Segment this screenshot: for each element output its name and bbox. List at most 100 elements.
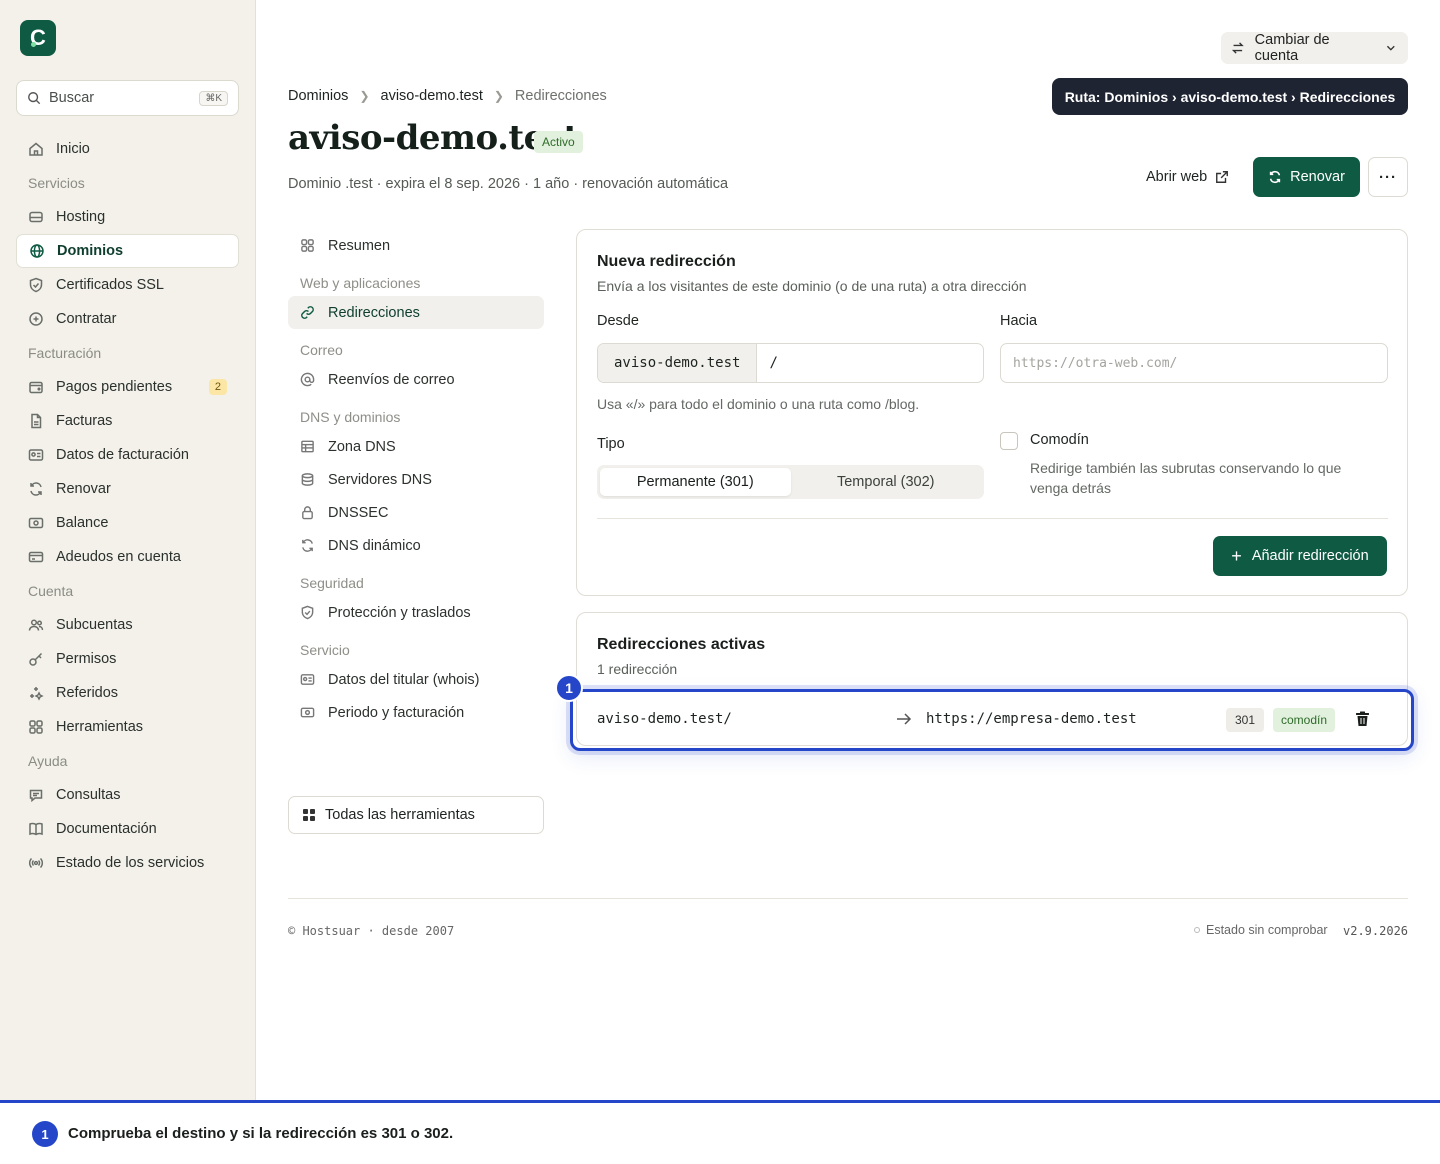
trash-icon[interactable] [1355,711,1370,727]
type-option-temporary[interactable]: Temporal (302) [791,468,982,496]
sidebar-item-label: Dominios [57,243,124,259]
redirect-source: aviso-demo.test/ [597,711,732,727]
sidebar-section-ayuda: Ayuda [28,753,68,769]
sidebar-item-certificados-ssl[interactable]: Certificados SSL [16,268,239,302]
redirect-type-toggle: Permanente (301) Temporal (302) [597,465,984,499]
breadcrumb: Dominios ❯ aviso-demo.test ❯ Redireccion… [288,88,607,104]
shield-icon [29,277,43,293]
subnav-item-periodo-y-facturacion[interactable]: Periodo y facturación [288,696,544,729]
sidebar-item-facturas[interactable]: Facturas [16,404,239,438]
footer-copyright: © Hostsuar · desde 2007 [288,924,455,938]
breadcrumb-item[interactable]: Dominios [288,88,348,104]
id-card-icon [300,674,315,685]
sidebar-nav: Inicio Servicios Hosting Dominios Certificad… [16,132,239,880]
subnav-section-seguridad: Seguridad [300,575,364,591]
subnav-item-label: Reenvíos de correo [328,371,455,388]
credit-card-icon [28,551,44,563]
sidebar-item-permisos[interactable]: Permisos [16,642,239,676]
at-icon [300,372,315,387]
subnav-item-reenvios-de-correo[interactable]: Reenvíos de correo [288,363,544,396]
to-label: Hacia [1000,313,1038,329]
version-label: v2.9.2026 [1343,924,1409,938]
sidebar-item-documentacion[interactable]: Documentación [16,812,239,846]
status-badge: Activo [534,131,583,153]
open-web-link[interactable]: Abrir web [1146,166,1229,188]
more-icon: ··· [1379,168,1397,186]
sidebar-item-subcuentas[interactable]: Subcuentas [16,608,239,642]
sidebar-item-label: Pagos pendientes [56,379,173,395]
annotation-number: 1 [32,1121,58,1147]
sidebar-item-inicio[interactable]: Inicio [16,132,239,166]
sidebar-item-dominios[interactable]: Dominios [16,234,239,268]
sidebar-item-balance[interactable]: Balance [16,506,239,540]
subnav-section-correo: Correo [300,342,343,358]
sidebar-item-label: Documentación [56,821,157,837]
to-url-input[interactable]: https://otra-web.com/ [1000,343,1388,383]
sidebar-item-label: Referidos [56,685,119,701]
sidebar-item-label: Facturas [56,413,113,429]
wallet-icon [29,381,43,394]
subnav-item-dns-dinamico[interactable]: DNS dinámico [288,529,544,562]
type-option-permanent[interactable]: Permanente (301) [600,468,791,496]
sidebar-item-label: Certificados SSL [56,277,164,293]
wildcard-label[interactable]: Comodín [1030,432,1089,448]
all-tools-button[interactable]: Todas las herramientas [288,796,544,834]
divider [597,518,1388,519]
sidebar-item-label: Permisos [56,651,117,667]
subnav-item-label: Periodo y facturación [328,704,465,721]
from-path-input[interactable]: / [757,344,983,382]
subnav-item-resumen[interactable]: Resumen [288,229,544,262]
sidebar-item-consultas[interactable]: Consultas [16,778,239,812]
sidebar-item-renovar[interactable]: Renovar [16,472,239,506]
route-tooltip: Ruta: Dominios › aviso-demo.test › Redir… [1052,78,1408,115]
sidebar-item-contratar[interactable]: Contratar [16,302,239,336]
open-web-label: Abrir web [1146,169,1208,185]
sidebar-item-hosting[interactable]: Hosting [16,200,239,234]
domain-tools-nav: Resumen Web y aplicaciones Redirecciones Co… [288,229,544,729]
more-options-button[interactable]: ··· [1368,157,1408,197]
add-redirect-button[interactable]: + Añadir redirección [1213,536,1387,576]
sidebar-item-label: Herramientas [56,719,144,735]
breadcrumb-item[interactable]: aviso-demo.test [381,88,483,104]
sidebar-item-datos-de-facturacion[interactable]: Datos de facturación [16,438,239,472]
chevron-right-icon: ❯ [493,89,504,103]
refresh-icon [302,539,313,552]
subnav-section-dns-y-dominios: DNS y dominios [300,409,401,425]
swap-icon [1231,42,1244,54]
grid-icon [29,720,43,734]
brand-logo[interactable]: C [20,20,56,56]
add-redirect-label: Añadir redirección [1251,548,1369,564]
account-switcher-button[interactable]: Cambiar de cuenta [1221,32,1408,64]
footer-divider [288,898,1408,899]
subnav-item-servidores-dns[interactable]: Servidores DNS [288,463,544,496]
search-input[interactable]: Buscar ⌘K [16,80,239,116]
book-icon [29,822,43,836]
sidebar-item-estado-de-los-servicios[interactable]: Estado de los servicios [16,846,239,880]
service-status[interactable]: Estado sin comprobar [1194,923,1328,937]
sidebar-item-herramientas[interactable]: Herramientas [16,710,239,744]
wildcard-checkbox[interactable] [1000,432,1018,450]
sidebar-item-label: Inicio [56,141,90,157]
status-dot-icon [1194,927,1200,933]
subnav-section-web-y-aplicaciones: Web y aplicaciones [300,275,421,291]
banknote-icon [300,707,315,718]
subnav-item-datos-del-titular-whois[interactable]: Datos del titular (whois) [288,663,544,696]
renew-button[interactable]: Renovar [1253,157,1360,197]
sidebar: C Buscar ⌘K Inicio Servicios Hosting Domini… [0,0,256,1100]
sidebar-item-referidos[interactable]: Referidos [16,676,239,710]
subnav-item-dnssec[interactable]: DNSSEC [288,496,544,529]
pending-count-badge: 2 [208,379,227,395]
subnav-item-label: DNSSEC [328,504,389,521]
breadcrumb-current: Redirecciones [514,88,607,104]
card-title: Redirecciones activas [597,636,766,653]
sidebar-item-adeudos-en-cuenta[interactable]: Adeudos en cuenta [16,540,239,574]
subnav-item-redirecciones[interactable]: Redirecciones [288,296,544,329]
link-icon [301,306,314,319]
domain-subtitle: Dominio .test · expira el 8 sep. 2026 · … [288,176,729,192]
subnav-item-zona-dns[interactable]: Zona DNS [288,430,544,463]
sidebar-item-pagos-pendientes[interactable]: Pagos pendientes 2 [16,370,239,404]
subnav-item-proteccion-y-traslados[interactable]: Protección y traslados [288,596,544,629]
table-icon [301,440,314,453]
sidebar-item-label: Contratar [56,311,117,327]
banknote-icon [28,517,44,529]
